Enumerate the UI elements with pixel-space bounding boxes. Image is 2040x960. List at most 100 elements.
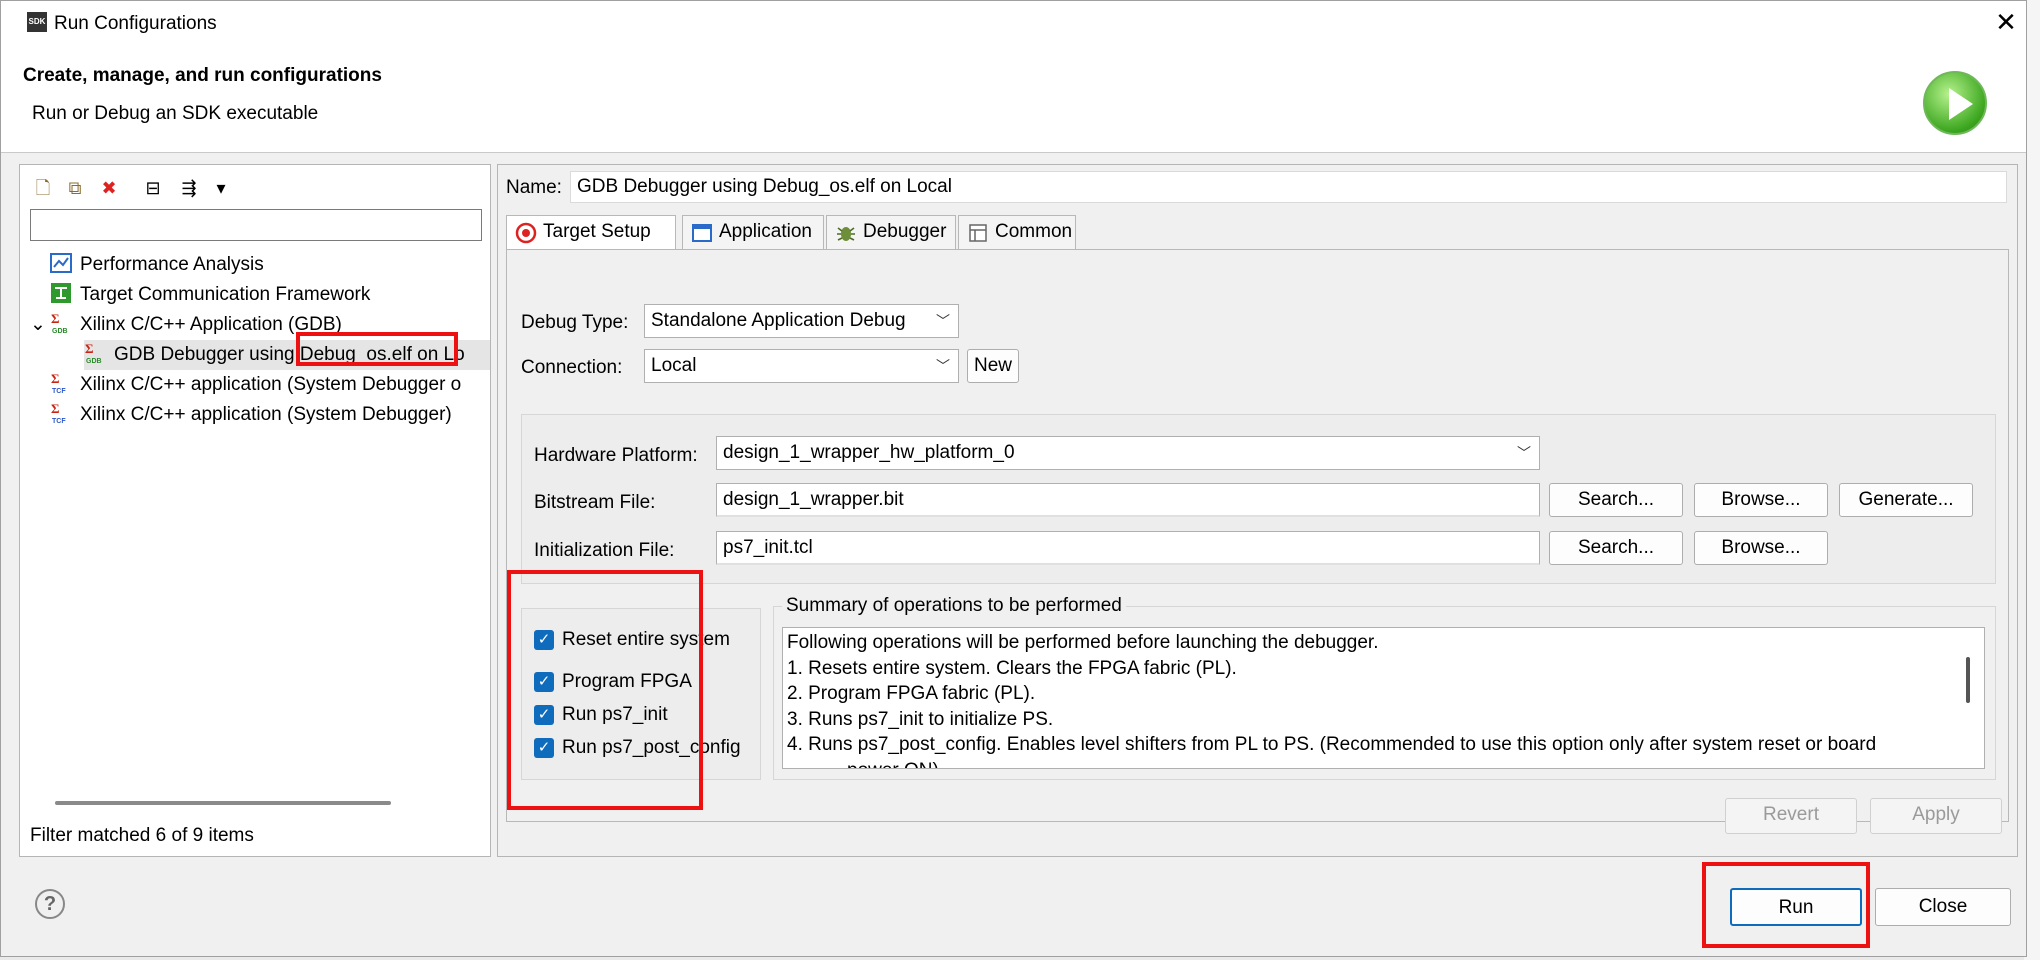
tab-common[interactable]: Common	[958, 215, 1076, 249]
connection-value: Local	[651, 355, 697, 376]
debugger-icon	[837, 227, 855, 241]
filter-input[interactable]	[30, 209, 482, 241]
init-search-button[interactable]: Search...	[1549, 531, 1683, 565]
gdb-app-icon: Σ GDB	[50, 311, 72, 335]
sdk-app-icon: SDK	[27, 12, 47, 32]
common-icon	[969, 224, 987, 242]
gdb-app-icon: Σ GDB	[84, 341, 106, 365]
collapse-all-icon[interactable]: ⊟	[140, 175, 166, 201]
chart-icon	[50, 252, 72, 274]
tab-label: Application	[719, 221, 812, 242]
apply-button[interactable]: Apply	[1870, 798, 2002, 834]
header-title: Create, manage, and run configurations	[23, 65, 382, 86]
bitstream-generate-button[interactable]: Generate...	[1839, 483, 1973, 517]
configuration-detail-panel: Name: GDB Debugger using Debug_os.elf on…	[497, 164, 2018, 857]
summary-text[interactable]: Following operations will be performed b…	[782, 627, 1985, 769]
name-label: Name:	[506, 177, 562, 198]
hardware-platform-value: design_1_wrapper_hw_platform_0	[723, 442, 1015, 463]
summary-line: power ON)	[787, 758, 1980, 769]
hardware-group: Hardware Platform: design_1_wrapper_hw_p…	[521, 414, 1996, 584]
svg-text:GDB: GDB	[86, 358, 102, 364]
highlight-box-run	[1702, 862, 1870, 948]
summary-line: 3. Runs ps7_init to initialize PS.	[787, 708, 1054, 730]
new-config-icon[interactable]: 🗋	[30, 175, 56, 201]
target-setup-body: Debug Type: Standalone Application Debug…	[506, 249, 2009, 834]
summary-line: 4. Runs ps7_post_config. Enables level s…	[787, 734, 1877, 755]
summary-title: Summary of operations to be performed	[782, 595, 1126, 617]
svg-text:Σ: Σ	[85, 342, 94, 356]
screen: SDK Run Configurations ✕ Create, manage,…	[0, 0, 2040, 960]
summary-line: Following operations will be performed b…	[787, 632, 1379, 653]
run-configurations-dialog: SDK Run Configurations ✕ Create, manage,…	[0, 0, 2027, 957]
revert-button[interactable]: Revert	[1725, 798, 1857, 834]
tree-item-label: Target Communication Framework	[80, 284, 371, 305]
tree-item-label: Xilinx C/C++ application (System Debugge…	[80, 374, 462, 395]
connection-select[interactable]: Local ﹀	[644, 349, 959, 383]
tcf-app-icon: Σ TCF	[50, 401, 72, 425]
highlight-box-checkboxes	[507, 570, 703, 810]
svg-text:TCF: TCF	[52, 418, 66, 424]
tab-application[interactable]: Application	[682, 215, 824, 249]
debug-type-select[interactable]: Standalone Application Debug ﹀	[644, 304, 959, 338]
duplicate-icon[interactable]: ⧉	[62, 175, 88, 201]
tree-item-label: Performance Analysis	[80, 254, 264, 275]
init-file-field[interactable]: ps7_init.tcl	[716, 531, 1540, 565]
tree-item[interactable]: Σ TCF Xilinx C/C++ application (System Deb…	[20, 370, 490, 400]
svg-text:Σ: Σ	[51, 402, 60, 416]
summary-line: 2. Program FPGA fabric (PL).	[787, 683, 1036, 704]
application-icon	[692, 224, 712, 242]
tcf-framework-icon	[50, 282, 72, 304]
name-field[interactable]: GDB Debugger using Debug_os.elf on Local	[570, 171, 2007, 203]
chevron-down-icon[interactable]: ⌄	[30, 310, 46, 340]
tab-target-setup[interactable]: Target Setup	[506, 215, 676, 251]
tree-item[interactable]: Σ TCF Xilinx C/C++ application (System Deb…	[20, 400, 490, 430]
highlight-box-tree	[296, 332, 458, 366]
close-button[interactable]: Close	[1875, 888, 2011, 926]
init-browse-button[interactable]: Browse...	[1694, 531, 1828, 565]
chevron-down-icon: ﹀	[1517, 445, 1531, 461]
hardware-platform-select[interactable]: design_1_wrapper_hw_platform_0 ﹀	[716, 436, 1540, 470]
target-icon	[515, 222, 537, 244]
tree-item[interactable]: Target Communication Framework	[20, 280, 490, 310]
debug-type-label: Debug Type:	[521, 312, 629, 333]
debug-type-value: Standalone Application Debug	[651, 310, 906, 331]
run-banner-icon	[1923, 71, 1987, 135]
close-window-icon[interactable]: ✕	[1991, 7, 2021, 38]
bitstream-search-button[interactable]: Search...	[1549, 483, 1683, 517]
delete-icon[interactable]: ✖	[96, 175, 122, 201]
hardware-platform-label: Hardware Platform:	[534, 445, 698, 466]
tree-item-label: Xilinx C/C++ application (System Debugge…	[80, 404, 452, 425]
svg-text:Σ: Σ	[51, 312, 60, 326]
dropdown-icon[interactable]: ▾	[208, 175, 234, 201]
window-title: Run Configurations	[54, 13, 217, 34]
bitstream-label: Bitstream File:	[534, 492, 656, 513]
tab-label: Debugger	[863, 221, 947, 242]
summary-group: Summary of operations to be performed Fo…	[773, 595, 1996, 780]
horizontal-scrollbar[interactable]	[55, 801, 391, 805]
chevron-down-icon: ﹀	[936, 313, 950, 329]
bitstream-browse-button[interactable]: Browse...	[1694, 483, 1828, 517]
filter-status: Filter matched 6 of 9 items	[30, 825, 254, 846]
tab-label: Common	[995, 221, 1073, 242]
summary-lines: Following operations will be performed b…	[787, 630, 1980, 769]
filter-icon[interactable]: ⇶	[176, 175, 202, 201]
header-subtitle: Run or Debug an SDK executable	[32, 103, 319, 124]
summary-scrollbar[interactable]	[1966, 657, 1970, 703]
tab-debugger[interactable]: Debugger	[826, 215, 956, 249]
bitstream-field[interactable]: design_1_wrapper.bit	[716, 483, 1540, 517]
title-bar: SDK Run Configurations ✕	[1, 1, 2026, 47]
new-connection-button[interactable]: New	[967, 349, 1019, 383]
connection-label: Connection:	[521, 357, 623, 378]
tab-bar: Target Setup Application Debugger Common	[506, 215, 1506, 251]
svg-text:Σ: Σ	[51, 372, 60, 386]
tree-item[interactable]: Performance Analysis	[20, 250, 490, 280]
help-icon[interactable]: ?	[35, 889, 65, 919]
svg-text:TCF: TCF	[52, 388, 66, 394]
chevron-down-icon: ﹀	[936, 358, 950, 374]
svg-text:GDB: GDB	[52, 328, 68, 334]
configuration-tree-panel: 🗋 ⧉ ✖ ⊟ ⇶ ▾ Performance Analysis Target Commun…	[19, 164, 491, 857]
dialog-header: Create, manage, and run configurations R…	[1, 47, 2026, 153]
tcf-app-icon: Σ TCF	[50, 371, 72, 395]
tab-label: Target Setup	[543, 221, 651, 242]
init-file-label: Initialization File:	[534, 540, 675, 561]
